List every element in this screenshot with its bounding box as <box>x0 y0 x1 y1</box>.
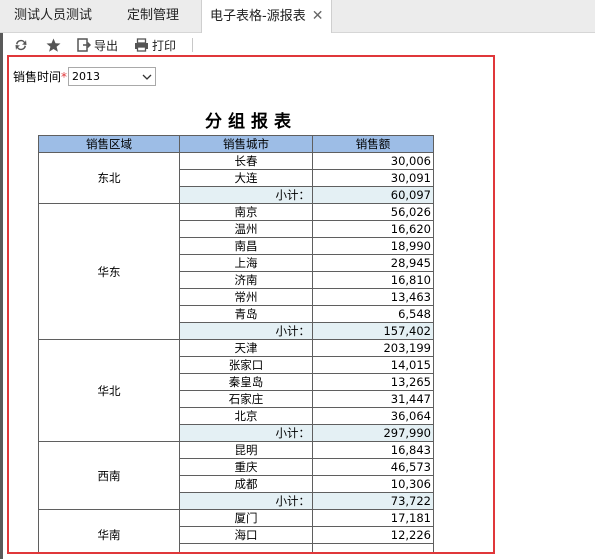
print-button[interactable]: 打印 <box>134 37 176 54</box>
city-cell: 上海 <box>179 254 313 272</box>
sales-cell: 14,015 <box>312 356 434 374</box>
sales-time-label: 销售时间 <box>13 70 62 84</box>
table-row: 华南 厦门 17,181 <box>38 509 434 552</box>
city-cell: 张家口 <box>179 356 313 374</box>
sales-cell: 56,026 <box>312 203 434 221</box>
toolbar: 导出 打印 <box>14 35 194 55</box>
city-cell <box>179 543 313 552</box>
tab-custom-management[interactable]: 定制管理 <box>127 0 179 32</box>
city-cell: 石家庄 <box>179 390 313 408</box>
city-cell: 长春 <box>179 152 313 170</box>
subtotal-label: 小计： <box>179 322 313 340</box>
chevron-down-icon <box>142 74 152 80</box>
sales-cell: 30,091 <box>312 169 434 187</box>
subtotal-label: 小计： <box>179 492 313 510</box>
region-cell: 西南 <box>38 441 180 510</box>
city-cell: 济南 <box>179 271 313 289</box>
table-header-row: 销售区域 销售城市 销售额 <box>38 135 434 153</box>
tab-tester-test[interactable]: 测试人员测试 <box>14 0 92 32</box>
subtotal-value: 60,097 <box>312 186 434 204</box>
city-cell: 厦门 <box>179 509 313 527</box>
sales-time-value: 2013 <box>72 70 101 83</box>
sales-cell: 18,990 <box>312 237 434 255</box>
sales-cell: 6,548 <box>312 305 434 323</box>
close-icon[interactable]: ✕ <box>312 8 324 24</box>
subtotal-label: 小计： <box>179 424 313 442</box>
sales-cell: 13,265 <box>312 373 434 391</box>
star-icon[interactable] <box>46 38 61 53</box>
report-frame: 销售时间 * 2013 分组报表 销售区域 销售城市 销售额 东北 长春 30,00… <box>7 55 495 554</box>
city-cell: 重庆 <box>179 458 313 476</box>
subtotal-label: 小计： <box>179 186 313 204</box>
region-cell: 华东 <box>38 203 180 340</box>
sales-cell: 30,006 <box>312 152 434 170</box>
city-cell: 秦皇岛 <box>179 373 313 391</box>
city-cell: 温州 <box>179 220 313 238</box>
city-cell: 昆明 <box>179 441 313 459</box>
sales-cell: 203,199 <box>312 339 434 357</box>
subtotal-value: 73,722 <box>312 492 434 510</box>
region-cell: 华北 <box>38 339 180 442</box>
region-cell: 华南 <box>38 509 180 552</box>
city-cell: 天津 <box>179 339 313 357</box>
header-region: 销售区域 <box>38 135 180 153</box>
city-cell: 大连 <box>179 169 313 187</box>
toolbar-divider <box>192 38 194 52</box>
sales-cell: 13,463 <box>312 288 434 306</box>
sales-cell: 36,064 <box>312 407 434 425</box>
table-row: 东北 长春 30,006 <box>38 152 434 204</box>
sales-cell: 16,620 <box>312 220 434 238</box>
sales-cell: 10,306 <box>312 475 434 493</box>
table-row: 华北 天津 203,199 <box>38 339 434 442</box>
export-button[interactable]: 导出 <box>77 37 118 54</box>
report-table: 销售区域 销售城市 销售额 东北 长春 30,006 大连 30,091 小计： 60,09… <box>38 135 434 552</box>
sales-cell: 28,945 <box>312 254 434 272</box>
left-edge-bar <box>0 33 3 559</box>
sales-cell: 16,810 <box>312 271 434 289</box>
sales-cell: 12,226 <box>312 526 434 544</box>
city-cell: 成都 <box>179 475 313 493</box>
tab-spreadsheet-source-report[interactable]: 电子表格-源报表 ✕ <box>201 0 333 33</box>
city-cell: 南京 <box>179 203 313 221</box>
sales-time-select[interactable]: 2013 <box>68 67 157 86</box>
sales-cell: 16,843 <box>312 441 434 459</box>
sales-cell: 46,573 <box>312 458 434 476</box>
table-row: 西南 昆明 16,843 <box>38 441 434 510</box>
required-mark: * <box>61 69 68 84</box>
sales-cell: 31,447 <box>312 390 434 408</box>
subtotal-value: 157,402 <box>312 322 434 340</box>
export-icon <box>77 38 91 52</box>
sales-cell: 17,181 <box>312 509 434 527</box>
city-cell: 北京 <box>179 407 313 425</box>
city-cell: 南昌 <box>179 237 313 255</box>
report-title: 分组报表 <box>205 112 297 132</box>
printer-icon <box>135 38 149 52</box>
city-cell: 青岛 <box>179 305 313 323</box>
header-sales: 销售额 <box>312 135 434 153</box>
subtotal-value: 297,990 <box>312 424 434 442</box>
city-cell: 海口 <box>179 526 313 544</box>
param-row: 销售时间 * 2013 <box>13 67 157 86</box>
header-city: 销售城市 <box>179 135 313 153</box>
sales-cell <box>312 543 434 552</box>
table-row: 华东 南京 56,026 <box>38 203 434 340</box>
refresh-icon[interactable] <box>14 38 28 52</box>
tab-bar: 测试人员测试 定制管理 电子表格-源报表 ✕ <box>0 0 595 33</box>
region-cell: 东北 <box>38 152 180 204</box>
city-cell: 常州 <box>179 288 313 306</box>
